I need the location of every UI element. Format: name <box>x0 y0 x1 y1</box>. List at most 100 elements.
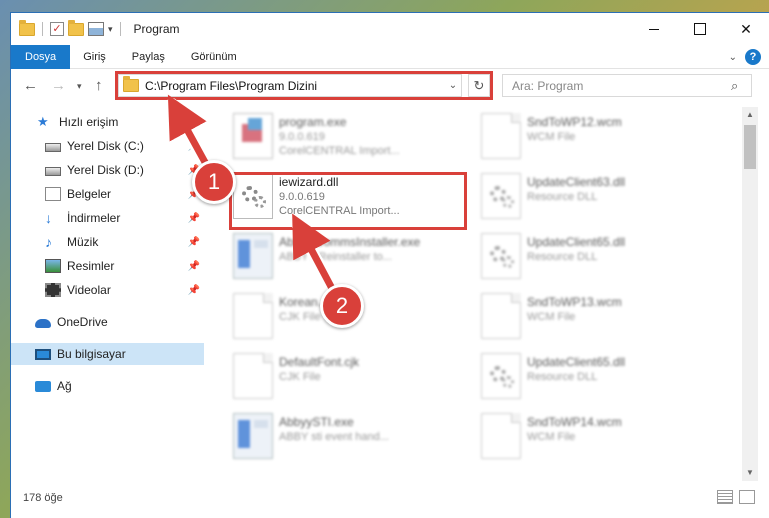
file-item[interactable]: SndToWP12.wcm WCM File <box>471 107 706 167</box>
nav-item-local-disk-d[interactable]: Yerel Disk (D:) 📌 <box>11 159 204 181</box>
file-type: Resource DLL <box>527 371 598 383</box>
file-type: Resource DLL <box>527 191 598 203</box>
nav-item-label: Resimler <box>67 259 115 273</box>
file-type: CJK File <box>279 371 321 383</box>
nav-item-onedrive[interactable]: OneDrive <box>11 311 204 333</box>
pin-icon: 📌 <box>187 140 200 152</box>
scrollbar-thumb[interactable] <box>744 125 756 169</box>
vertical-scrollbar[interactable]: ▲ ▼ <box>742 107 758 481</box>
properties-icon[interactable] <box>88 22 104 36</box>
folder-icon <box>19 19 35 36</box>
close-button[interactable]: ✕ <box>723 13 769 45</box>
blank-file-icon <box>481 413 521 459</box>
star-icon: ★ <box>37 114 49 129</box>
divider <box>119 22 121 36</box>
file-item[interactable]: UpdateClient65.dll Resource DLL <box>471 347 706 407</box>
large-icons-view-icon[interactable] <box>739 490 755 504</box>
file-item[interactable]: AbbyySTI.exe ABBY sti event hand... <box>223 407 458 467</box>
nav-item-label: Yerel Disk (D:) <box>67 163 144 177</box>
address-row: ← → ▾ ↑ C:\Program Files\Program Dizini … <box>11 71 769 101</box>
explorer-window: ✓ ▾ Program ✕ Dosya Giriş Paylaş Görünüm… <box>10 12 769 518</box>
blank-file-icon <box>481 293 521 339</box>
search-placeholder: Ara: Program <box>512 78 584 93</box>
file-name: SndToWP14.wcm <box>527 415 622 429</box>
file-type: Resource DLL <box>527 251 598 263</box>
tab-home[interactable]: Giriş <box>70 45 119 69</box>
program-icon <box>233 113 273 159</box>
file-item[interactable]: SndToWP14.wcm WCM File <box>471 407 706 467</box>
tab-view[interactable]: Görünüm <box>178 45 250 69</box>
videos-icon <box>45 283 61 297</box>
properties-check-icon[interactable]: ✓ <box>50 22 64 36</box>
file-type: WCM File <box>527 311 576 323</box>
file-item[interactable]: SndToWP13.wcm WCM File <box>471 287 706 347</box>
maximize-button[interactable] <box>677 13 723 45</box>
documents-icon <box>45 187 61 201</box>
address-highlight-box <box>115 71 493 100</box>
file-name: SndToWP13.wcm <box>527 295 622 309</box>
file-list: program.exe 9.0.0.619 CorelCENTRAL Impor… <box>223 107 738 477</box>
divider <box>42 22 43 36</box>
file-item[interactable]: UpdateClient63.dll Resource DLL <box>471 167 706 227</box>
customize-toolbar-chevron-icon[interactable]: ▾ <box>108 24 113 35</box>
nav-item-documents[interactable]: Belgeler 📌 <box>11 183 204 205</box>
dll-gear-icon <box>481 353 521 399</box>
scroll-down-icon[interactable]: ▼ <box>742 465 758 481</box>
nav-item-pictures[interactable]: Resimler 📌 <box>11 255 204 277</box>
blank-file-icon <box>233 353 273 399</box>
computer-icon <box>35 348 51 360</box>
nav-item-label: Yerel Disk (C:) <box>67 139 144 153</box>
file-name: Abbyy.CommsInstaller.exe <box>279 235 421 249</box>
file-description: CorelCENTRAL Import... <box>279 145 400 157</box>
scroll-up-icon[interactable]: ▲ <box>742 107 758 123</box>
nav-item-label: İndirmeler <box>67 211 121 225</box>
blank-file-icon <box>233 293 273 339</box>
file-item[interactable]: program.exe 9.0.0.619 CorelCENTRAL Impor… <box>223 107 458 167</box>
pin-icon: 📌 <box>187 284 200 296</box>
file-highlight-box <box>229 172 467 230</box>
search-icon: ⌕ <box>731 77 739 93</box>
blank-file-icon <box>481 113 521 159</box>
file-item[interactable]: Abbyy.CommsInstaller.exe ABBYY Reinstall… <box>223 227 458 287</box>
nav-item-this-pc[interactable]: Bu bilgisayar <box>11 343 204 365</box>
minimize-button[interactable] <box>631 13 677 45</box>
new-folder-icon[interactable] <box>68 19 84 36</box>
nav-item-label: OneDrive <box>57 315 108 329</box>
nav-item-label: Belgeler <box>67 187 112 201</box>
nav-item-network[interactable]: Ağ <box>11 375 204 397</box>
window-title: Program <box>133 22 180 36</box>
tab-share[interactable]: Paylaş <box>119 45 178 69</box>
file-name: UpdateClient65.dll <box>527 235 626 249</box>
details-view-icon[interactable] <box>717 490 733 504</box>
quick-access-toolbar: ✓ ▾ Program <box>11 19 180 36</box>
nav-item-videos[interactable]: Videolar 📌 <box>11 279 204 301</box>
step-1-callout: 1 <box>192 160 236 204</box>
forward-arrow-icon[interactable]: → <box>51 77 66 94</box>
file-item[interactable]: DefaultFont.cjk CJK File <box>223 347 458 407</box>
recent-locations-chevron-icon[interactable]: ▾ <box>77 81 82 92</box>
nav-item-music[interactable]: ♪ Müzik 📌 <box>11 231 204 253</box>
tab-file[interactable]: Dosya <box>11 44 71 69</box>
file-type: CJK File <box>279 311 321 323</box>
pin-icon: 📌 <box>187 236 200 248</box>
drive-icon <box>45 167 61 176</box>
pin-icon: 📌 <box>187 212 200 224</box>
search-input[interactable]: Ara: Program ⌕ <box>502 74 752 97</box>
step-2-callout: 2 <box>320 284 364 328</box>
up-arrow-icon[interactable]: ↑ <box>95 77 103 94</box>
network-icon <box>35 380 51 392</box>
nav-item-local-disk-c[interactable]: Yerel Disk (C:) 📌 <box>11 135 204 157</box>
file-item[interactable]: UpdateClient65.dll Resource DLL <box>471 227 706 287</box>
back-arrow-icon[interactable]: ← <box>23 77 38 94</box>
ribbon-tabs: Dosya Giriş Paylaş Görünüm ⌄ ? <box>11 44 769 69</box>
navigation-pane: ★ Hızlı erişim Yerel Disk (C:) 📌 Yerel D… <box>11 111 204 471</box>
file-name: DefaultFont.cjk <box>279 355 360 369</box>
nav-item-downloads[interactable]: ↓ İndirmeler 📌 <box>11 207 204 229</box>
file-name: UpdateClient63.dll <box>527 175 626 189</box>
music-icon: ♪ <box>45 234 52 250</box>
expand-ribbon-chevron-icon[interactable]: ⌄ <box>729 52 737 63</box>
nav-item-label: Hızlı erişim <box>59 115 119 129</box>
help-icon[interactable]: ? <box>745 49 761 65</box>
nav-item-quick-access[interactable]: ★ Hızlı erişim <box>11 111 204 133</box>
window-controls: ✕ <box>631 13 769 45</box>
